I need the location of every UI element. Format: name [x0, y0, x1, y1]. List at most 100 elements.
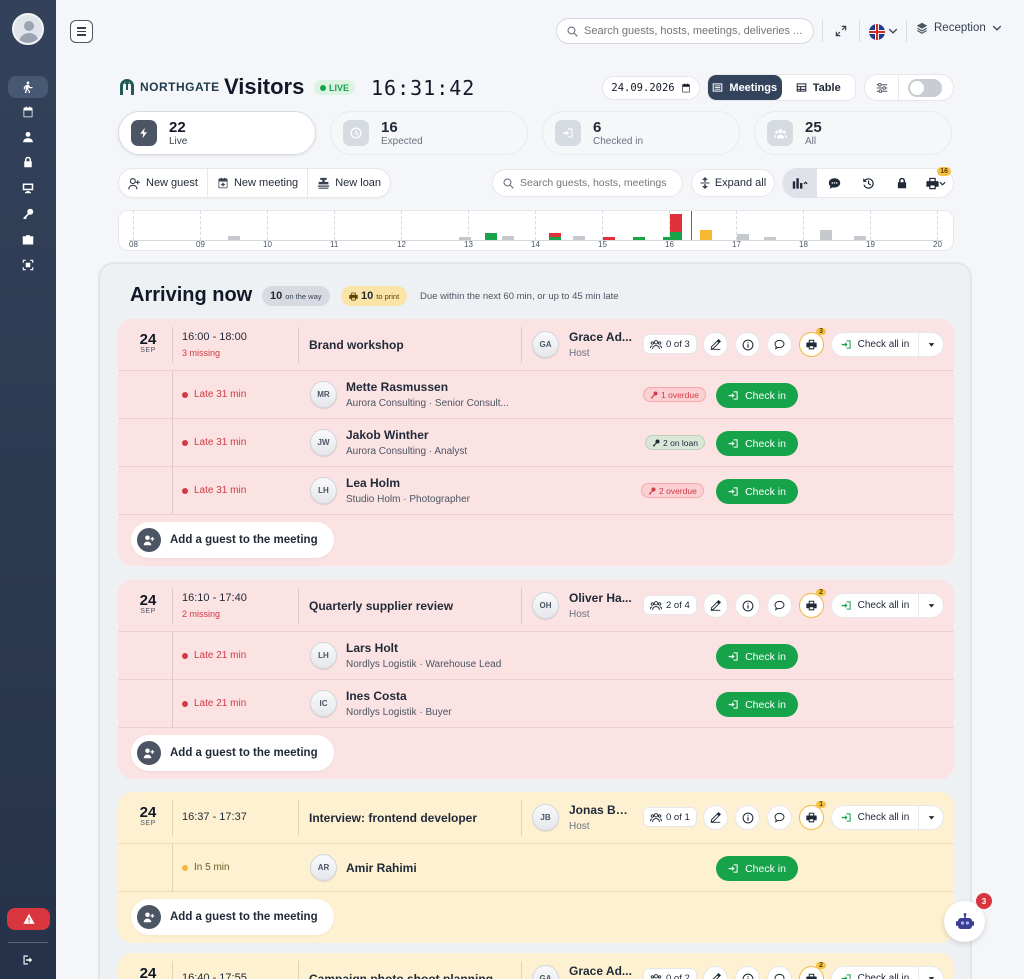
meeting-header[interactable]: 24 SEP 16:00 - 18:00 3 missing Brand work…: [118, 319, 954, 371]
sidebar-item-calendar[interactable]: [8, 101, 48, 123]
timeline-bar[interactable]: [763, 237, 776, 240]
stat-card-all[interactable]: 25 All: [754, 111, 952, 155]
edit-meeting-button[interactable]: [703, 966, 728, 979]
check-in-button[interactable]: Check in: [716, 383, 798, 408]
check-all-in-dropdown[interactable]: [919, 975, 943, 979]
guest-count-badge[interactable]: 0 of 1: [643, 807, 697, 827]
messages-button[interactable]: [817, 168, 851, 198]
guest-count-badge[interactable]: 0 of 2: [643, 968, 697, 979]
guest-count-badge[interactable]: 2 of 4: [643, 595, 697, 615]
timeline-bar[interactable]: [853, 236, 866, 240]
add-guest-button[interactable]: Add a guest to the meeting: [131, 899, 334, 935]
new-meeting-button[interactable]: New meeting: [208, 168, 309, 198]
alert-button[interactable]: [7, 908, 50, 930]
edit-meeting-button[interactable]: [703, 332, 728, 357]
timeline-bar[interactable]: [820, 230, 833, 240]
guest-search-input[interactable]: [520, 177, 680, 189]
sidebar-item-keys[interactable]: [8, 203, 48, 225]
view-meetings-button[interactable]: Meetings: [708, 75, 782, 100]
timeline-bar[interactable]: [572, 236, 585, 240]
add-guest-button[interactable]: Add a guest to the meeting: [131, 735, 334, 771]
guest-name[interactable]: Amir Rahimi: [346, 861, 417, 875]
chevron-down-icon[interactable]: [888, 26, 898, 36]
timeline-bar[interactable]: [602, 237, 615, 240]
timeline-bar[interactable]: [502, 236, 515, 240]
print-badges-button[interactable]: 2: [799, 589, 826, 618]
timeline-bar[interactable]: [699, 230, 712, 240]
host-name[interactable]: Grace Ad...: [569, 964, 633, 978]
edit-meeting-button[interactable]: [703, 593, 728, 618]
global-search-input[interactable]: [584, 25, 804, 37]
logout-button[interactable]: [8, 950, 48, 970]
check-in-button[interactable]: Check in: [716, 479, 798, 504]
check-all-in-dropdown[interactable]: [919, 341, 943, 348]
guest-count-badge[interactable]: 0 of 3: [643, 334, 697, 354]
date-picker[interactable]: 24.09.2026: [602, 76, 700, 100]
check-all-in-dropdown[interactable]: [919, 602, 943, 609]
check-in-button[interactable]: Check in: [716, 431, 798, 456]
uk-flag-icon[interactable]: [869, 24, 885, 40]
check-all-in-main[interactable]: Check all in: [832, 805, 919, 830]
lock-button[interactable]: [885, 168, 919, 198]
meeting-title[interactable]: Brand workshop: [309, 338, 404, 352]
timeline-bar[interactable]: [632, 237, 645, 240]
meeting-info-button[interactable]: [735, 593, 760, 618]
fullscreen-button[interactable]: [832, 22, 850, 40]
new-loan-button[interactable]: New loan: [308, 168, 390, 198]
on-the-way-badge[interactable]: 10 on the way: [262, 286, 330, 306]
guest-name[interactable]: Lars Holt: [346, 641, 398, 655]
print-badges-button[interactable]: 1: [799, 801, 826, 830]
meeting-header[interactable]: 24 SEP 16:37 - 17:37 Interview: frontend …: [118, 792, 954, 844]
meeting-info-button[interactable]: [735, 966, 760, 979]
loan-badge[interactable]: 2 overdue: [641, 483, 704, 498]
meeting-message-button[interactable]: [767, 805, 792, 830]
guest-name[interactable]: Jakob Winther: [346, 428, 429, 442]
new-guest-button[interactable]: New guest: [119, 168, 208, 198]
meeting-info-button[interactable]: [735, 805, 760, 830]
timeline-bar[interactable]: [549, 237, 562, 240]
timeline-bar[interactable]: [485, 233, 498, 240]
sidebar-item-scan[interactable]: [8, 254, 48, 276]
add-guest-button[interactable]: Add a guest to the meeting: [131, 522, 334, 558]
sidebar-item-people[interactable]: [8, 126, 48, 148]
meeting-title[interactable]: Campaign photo shoot planning: [309, 972, 493, 979]
meeting-info-button[interactable]: [735, 332, 760, 357]
check-all-in-dropdown[interactable]: [919, 814, 943, 821]
edit-meeting-button[interactable]: [703, 805, 728, 830]
expand-all-button[interactable]: Expand all: [691, 169, 775, 197]
to-print-badge[interactable]: 10 to print: [341, 286, 408, 306]
meeting-message-button[interactable]: [767, 593, 792, 618]
guest-name[interactable]: Ines Costa: [346, 689, 407, 703]
sidebar-item-visitors[interactable]: [8, 76, 48, 98]
display-toggle-switch[interactable]: [908, 78, 942, 97]
guest-name[interactable]: Lea Holm: [346, 476, 400, 490]
user-avatar[interactable]: [12, 13, 44, 45]
check-all-in-button[interactable]: Check all in: [831, 805, 944, 830]
check-all-in-button[interactable]: Check all in: [831, 593, 944, 618]
menu-toggle-button[interactable]: [70, 20, 93, 43]
loan-badge[interactable]: 2 on loan: [645, 435, 705, 450]
check-in-button[interactable]: Check in: [716, 692, 798, 717]
check-all-in-button[interactable]: Check all in: [831, 966, 944, 979]
timeline-bar[interactable]: [736, 234, 749, 240]
check-in-button[interactable]: Check in: [716, 856, 798, 881]
meeting-message-button[interactable]: [767, 332, 792, 357]
history-button[interactable]: [851, 168, 885, 198]
stat-card-expected[interactable]: 16 Expected: [330, 111, 528, 155]
check-in-button[interactable]: Check in: [716, 644, 798, 669]
check-all-in-button[interactable]: Check all in: [831, 332, 944, 357]
stat-card-live[interactable]: 22 Live: [118, 111, 316, 155]
meeting-header[interactable]: 24 SEP 16:10 - 17:40 2 missing Quarterly …: [118, 580, 954, 632]
loan-badge[interactable]: 1 overdue: [643, 387, 706, 402]
host-name[interactable]: Grace Ad...: [569, 330, 633, 344]
global-search[interactable]: [556, 18, 814, 44]
filters-button[interactable]: [865, 74, 899, 101]
sidebar-item-security[interactable]: [8, 151, 48, 173]
print-menu-button[interactable]: 16: [919, 167, 953, 198]
timeline-bar[interactable]: [669, 232, 682, 240]
meeting-header[interactable]: 24SEP 16:40 - 17:55 Campaign photo shoot…: [118, 953, 954, 979]
guest-search[interactable]: [492, 169, 683, 197]
print-badges-button[interactable]: 3: [799, 328, 826, 357]
host-name[interactable]: Jonas Berg: [569, 803, 633, 817]
meeting-title[interactable]: Quarterly supplier review: [309, 599, 453, 613]
